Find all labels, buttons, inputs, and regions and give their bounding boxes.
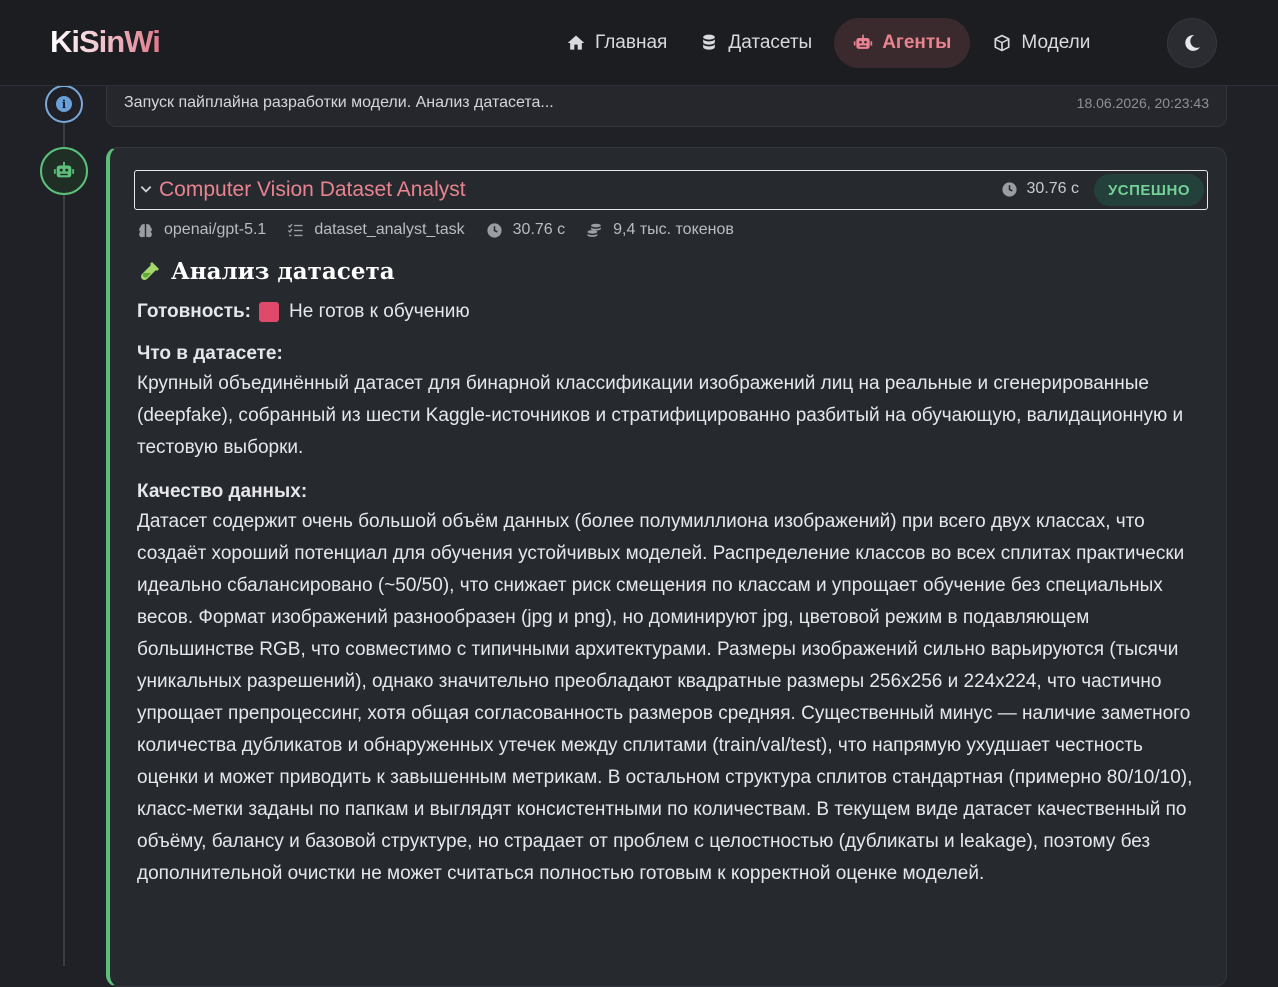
task-list-icon [288, 223, 303, 236]
meta-time-value: 30.76 с [512, 221, 566, 238]
robot-icon [854, 34, 873, 49]
meta-task-value: dataset_analyst_task [314, 221, 465, 238]
meta-model: openai/gpt-5.1 [137, 221, 266, 239]
robot-icon [53, 161, 75, 178]
meta-time: 30.76 с [486, 221, 565, 239]
report-title: Анализ датасета [137, 258, 1207, 285]
moon-icon [1185, 35, 1200, 51]
meta-task: dataset_analyst_task [287, 221, 465, 239]
info-event-card: Запуск пайплайна разработки модели. Анал… [106, 80, 1227, 127]
section-text-contents: Крупный объединённый датасет для бинарно… [137, 373, 1184, 458]
nav-item-agents[interactable]: Агенты [834, 18, 971, 68]
section-text-quality: Датасет содержит очень большой объём дан… [137, 511, 1193, 884]
agent-duration-value: 30.76 с [1026, 180, 1079, 197]
chevron-down-icon [140, 186, 152, 193]
nav-item-datasets[interactable]: Датасеты [689, 18, 822, 68]
meta-model-value: openai/gpt-5.1 [164, 221, 267, 238]
section-title-contents: Что в датасете: [137, 343, 283, 364]
info-event-text: Запуск пайплайна разработки модели. Анал… [124, 94, 554, 111]
test-tube-icon [140, 261, 159, 280]
readiness-value: Не готов к обучению [289, 301, 470, 322]
report-title-text: Анализ датасета [171, 258, 395, 285]
nav-item-models[interactable]: Модели [982, 18, 1100, 68]
agent-event-card: Computer Vision Dataset Analyst 30.76 с … [106, 147, 1227, 987]
readiness-row: Готовность: Не готов к обучению [137, 298, 1207, 326]
database-icon [703, 34, 716, 50]
meta-tokens: 9,4 тыс. токенов [586, 221, 734, 239]
nav-item-label: Главная [595, 32, 668, 53]
main-nav: Главная Датасеты Агенты Модели [556, 18, 1112, 68]
readiness-label: Готовность: [137, 301, 252, 322]
agent-meta-row: openai/gpt-5.1 dataset_analyst_task 30.7… [137, 221, 755, 239]
app-logo[interactable]: KiSinWi [50, 24, 161, 60]
nav-item-home[interactable]: Главная [556, 18, 677, 68]
status-badge: УСПЕШНО [1093, 174, 1204, 206]
timeline-info-marker: i [45, 85, 83, 123]
coins-icon [587, 223, 601, 237]
info-icon: i [56, 96, 72, 112]
theme-toggle-button[interactable] [1167, 18, 1217, 68]
agent-duration: 30.76 с [1001, 180, 1079, 198]
home-icon [567, 35, 585, 50]
clock-icon [487, 222, 502, 238]
top-navbar: KiSinWi Главная Датасеты Агенты Модели [0, 0, 1278, 86]
info-event-timestamp: 18.06.2026, 20:23:43 [1076, 95, 1209, 111]
agent-collapse-toggle[interactable]: Computer Vision Dataset Analyst 30.76 с … [134, 170, 1208, 210]
nav-item-label: Датасеты [728, 32, 813, 53]
clock-icon [1001, 181, 1017, 197]
nav-item-label: Агенты [882, 32, 952, 53]
timeline-line [63, 86, 65, 966]
timeline-agent-marker [40, 147, 88, 195]
nav-item-label: Модели [1021, 32, 1091, 53]
brain-icon [139, 223, 152, 237]
agent-report: Анализ датасета Готовность: Не готов к о… [137, 256, 1207, 890]
agent-name: Computer Vision Dataset Analyst [159, 178, 466, 201]
cube-icon [994, 34, 1010, 52]
red-square-icon [259, 302, 280, 322]
meta-tokens-value: 9,4 тыс. токенов [613, 221, 734, 238]
section-title-quality: Качество данных: [137, 481, 308, 502]
